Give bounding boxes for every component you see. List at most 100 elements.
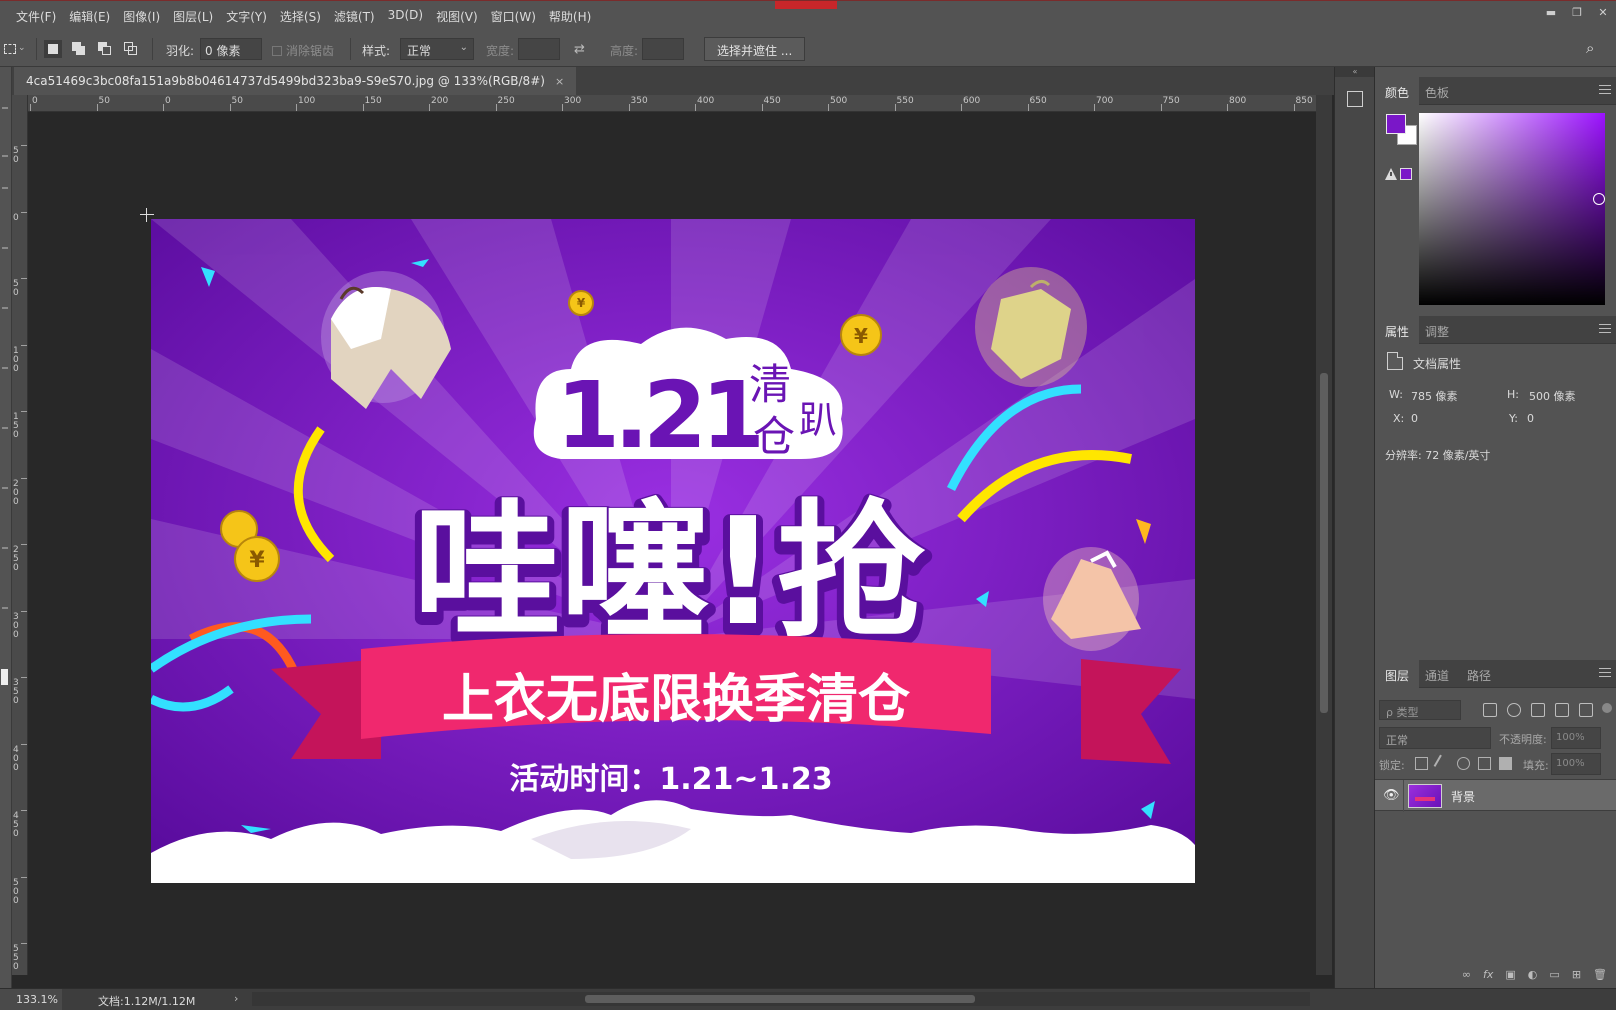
add-selection-icon[interactable] xyxy=(70,40,88,58)
window-controls: ▬ ❐ ✕ xyxy=(1538,1,1616,23)
tab-adjustments[interactable]: 调整 xyxy=(1415,316,1459,344)
status-bar: 133.1% 文档:1.12M/1.12M › xyxy=(0,988,1616,1010)
menu-layer[interactable]: 图层(L) xyxy=(173,8,213,25)
horizontal-scroll-thumb[interactable] xyxy=(585,995,975,1003)
new-selection-icon[interactable] xyxy=(44,40,62,58)
lock-artboard-icon[interactable] xyxy=(1478,757,1491,770)
layer-name[interactable]: 背景 xyxy=(1451,788,1475,805)
menu-type[interactable]: 文字(Y) xyxy=(226,8,267,25)
adjustment-layer-filter-icon[interactable] xyxy=(1507,703,1521,717)
gamut-warning-icon[interactable] xyxy=(1385,168,1397,180)
height-value[interactable]: 500 像素 xyxy=(1529,388,1576,404)
menu-3d[interactable]: 3D(D) xyxy=(388,8,423,25)
lock-position-icon[interactable] xyxy=(1457,757,1470,770)
y-value[interactable]: 0 xyxy=(1527,412,1534,425)
ruler-label: 500 xyxy=(830,96,848,106)
menu-help[interactable]: 帮助(H) xyxy=(549,8,591,25)
vertical-scrollbar[interactable] xyxy=(1316,95,1332,975)
blend-mode-select[interactable]: 正常 xyxy=(1379,727,1491,749)
style-select[interactable]: 正常 ⌄ xyxy=(400,38,474,60)
document-tab[interactable]: 4ca51469c3bc08fa151a9b8b04614737d5499bd3… xyxy=(14,67,577,95)
vertical-ruler: 50 0 50 100 150 200 250 300 350 400 450 500 550 xyxy=(12,95,28,975)
coin-small: ¥ xyxy=(568,290,594,316)
foreground-color-swatch[interactable] xyxy=(1386,114,1406,134)
feather-input[interactable]: 0 像素 xyxy=(200,38,262,60)
lock-transparency-icon[interactable] xyxy=(1415,757,1428,770)
restore-icon[interactable]: ❐ xyxy=(1564,1,1590,23)
horizontal-scrollbar[interactable] xyxy=(252,992,1310,1006)
panel-menu-icon[interactable] xyxy=(1599,668,1611,678)
x-value[interactable]: 0 xyxy=(1411,412,1418,425)
minimize-icon[interactable]: ▬ xyxy=(1538,1,1564,23)
gamut-color-swatch[interactable] xyxy=(1400,168,1412,180)
menu-window[interactable]: 窗口(W) xyxy=(491,8,536,25)
ruler-label: 800 xyxy=(1229,96,1247,106)
menu-edit[interactable]: 编辑(E) xyxy=(69,8,110,25)
vertical-scroll-thumb[interactable] xyxy=(1320,373,1328,713)
color-picker-handle[interactable] xyxy=(1593,193,1605,205)
intersect-selection-icon[interactable] xyxy=(122,40,140,58)
options-bar: ⌄ 羽化: 0 像素 消除锯齿 样式: 正常 ⌄ 宽度: ⇄ 高度: 选择并遮住 … xyxy=(0,31,1616,67)
ribbon-text: 上衣无底限换季清仓 xyxy=(442,670,911,730)
select-and-mask-button[interactable]: 选择并遮住 ... xyxy=(704,37,806,61)
filter-toggle-icon[interactable] xyxy=(1602,703,1612,713)
visibility-eye-icon[interactable]: 👁 xyxy=(1383,788,1400,803)
ruler-label: 50 xyxy=(13,146,19,165)
adjustment-layer-icon[interactable]: ◐ xyxy=(1528,968,1538,988)
foreground-swatch-icon[interactable] xyxy=(1,669,8,685)
layer-style-icon[interactable]: fx xyxy=(1483,968,1493,988)
antialias-box-icon xyxy=(272,46,282,56)
type-layer-filter-icon[interactable] xyxy=(1531,703,1545,717)
swap-dimensions-icon[interactable]: ⇄ xyxy=(574,42,585,57)
zoom-level[interactable]: 133.1% xyxy=(0,989,62,1010)
color-picker-field[interactable] xyxy=(1419,113,1605,305)
menu-file[interactable]: 文件(F) xyxy=(16,8,56,25)
document-properties-title: 文档属性 xyxy=(1413,357,1462,371)
lock-icons xyxy=(1415,754,1512,773)
artwork-canvas[interactable]: ¥ ¥ ¥ 1.21 清 仓 趴 哇噻!抢 哇噻!抢 上衣无底限换季清仓 活动时… xyxy=(151,219,1195,883)
panel-menu-icon[interactable] xyxy=(1599,85,1611,95)
menu-select[interactable]: 选择(S) xyxy=(280,8,321,25)
lock-all-icon[interactable] xyxy=(1499,757,1512,770)
collapse-arrows-icon[interactable]: « xyxy=(1335,67,1375,77)
close-tab-icon[interactable]: × xyxy=(555,75,564,88)
subtract-selection-icon[interactable] xyxy=(96,40,114,58)
menu-view[interactable]: 视图(V) xyxy=(436,8,478,25)
history-icon[interactable] xyxy=(1347,91,1363,107)
opacity-input[interactable]: 100% xyxy=(1551,727,1601,749)
tab-channels[interactable]: 通道 xyxy=(1415,660,1459,688)
link-layers-icon[interactable]: ∞ xyxy=(1462,968,1471,988)
tab-layers[interactable]: 图层 xyxy=(1375,660,1420,688)
layer-row-background[interactable]: 👁 背景 xyxy=(1375,779,1616,812)
tool-preset-chevron-icon[interactable]: ⌄ xyxy=(18,43,26,53)
tab-swatches[interactable]: 色板 xyxy=(1415,77,1459,105)
new-group-icon[interactable]: ▭ xyxy=(1549,968,1559,988)
search-icon[interactable]: ⌕ xyxy=(1586,39,1594,57)
tab-properties[interactable]: 属性 xyxy=(1375,316,1420,344)
status-menu-arrow-icon[interactable]: › xyxy=(234,992,238,1005)
delete-layer-icon[interactable]: 🗑 xyxy=(1593,968,1607,988)
menu-image[interactable]: 图像(I) xyxy=(123,8,160,25)
pixel-layer-filter-icon[interactable] xyxy=(1483,703,1497,717)
height-input[interactable] xyxy=(642,38,684,60)
antialias-checkbox[interactable]: 消除锯齿 xyxy=(272,42,334,59)
fill-input[interactable]: 100% xyxy=(1551,753,1601,775)
menu-filter[interactable]: 滤镜(T) xyxy=(334,8,375,25)
close-window-icon[interactable]: ✕ xyxy=(1590,1,1616,23)
layer-filter-select[interactable]: ρ 类型 xyxy=(1379,700,1461,720)
layer-thumbnail xyxy=(1408,784,1442,808)
panel-menu-icon[interactable] xyxy=(1599,324,1611,334)
ruler-tick xyxy=(21,544,27,545)
lock-brush-icon[interactable] xyxy=(1433,754,1452,773)
tab-color[interactable]: 颜色 xyxy=(1375,77,1420,105)
add-mask-icon[interactable]: ▣ xyxy=(1505,968,1515,988)
headline-text: 哇噻!抢 xyxy=(413,486,925,658)
new-layer-icon[interactable]: ⊞ xyxy=(1572,968,1581,988)
width-input[interactable] xyxy=(518,38,560,60)
smart-object-filter-icon[interactable] xyxy=(1579,703,1593,717)
tab-paths[interactable]: 路径 xyxy=(1457,660,1501,688)
ruler-label: 300 xyxy=(13,611,19,640)
title-char-cang: 仓 xyxy=(753,412,795,461)
width-value[interactable]: 785 像素 xyxy=(1411,388,1458,404)
shape-layer-filter-icon[interactable] xyxy=(1555,703,1569,717)
